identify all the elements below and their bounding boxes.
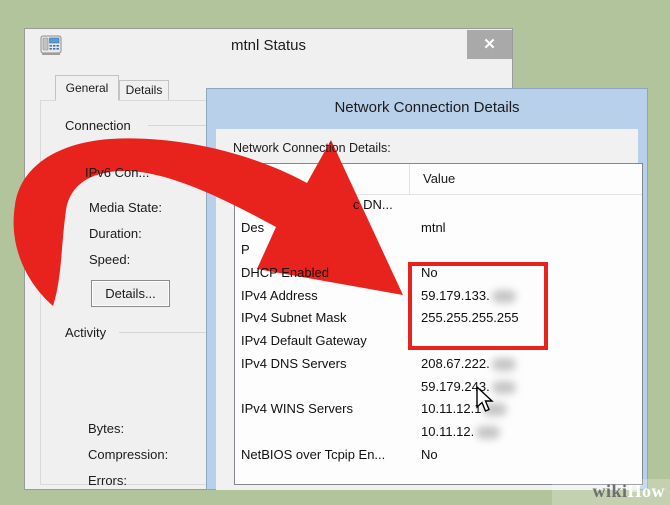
arrow-shape <box>13 138 404 306</box>
tab-general[interactable]: General <box>55 75 119 101</box>
